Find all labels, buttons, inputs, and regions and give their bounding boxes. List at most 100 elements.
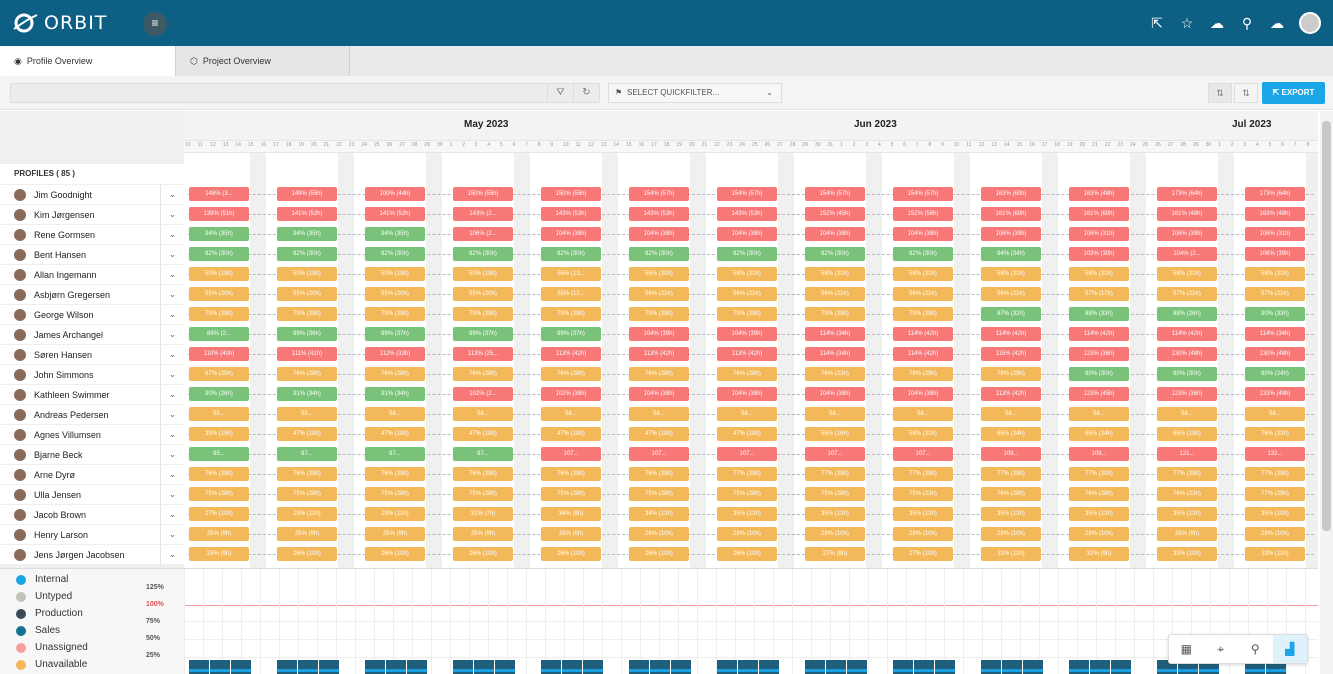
allocation-bar[interactable]: 82% (30h) bbox=[189, 247, 249, 261]
allocation-bar[interactable]: 114% (42h) bbox=[981, 327, 1041, 341]
allocation-bar[interactable]: 94% (35h) bbox=[365, 227, 425, 241]
allocation-bar[interactable]: 35% (13h) bbox=[717, 507, 777, 521]
allocation-bar[interactable]: 34% (8h) bbox=[541, 507, 601, 521]
allocation-bar[interactable]: 47% (18h) bbox=[453, 427, 513, 441]
allocation-bar[interactable]: 139% (51h) bbox=[189, 207, 249, 221]
allocation-bar[interactable]: 150% (55h) bbox=[453, 187, 513, 201]
allocation-bar[interactable]: 26% (10h) bbox=[629, 527, 689, 541]
expand-chevron-icon[interactable]: ⌄ bbox=[160, 325, 184, 345]
allocation-bar[interactable]: 79% (29h) bbox=[717, 307, 777, 321]
allocation-bar[interactable]: 75% (28h) bbox=[541, 487, 601, 501]
allocation-bar[interactable]: 143% (53h) bbox=[717, 207, 777, 221]
allocation-bar[interactable]: 76% (28h) bbox=[717, 367, 777, 381]
allocation-bar[interactable]: 55% (20h) bbox=[453, 287, 513, 301]
allocation-bar[interactable]: 107... bbox=[893, 447, 953, 461]
allocation-bar[interactable]: 55% (16h) bbox=[805, 427, 865, 441]
allocation-bar[interactable]: 109... bbox=[981, 447, 1041, 461]
allocation-bar[interactable]: 104% (38h) bbox=[893, 227, 953, 241]
allocation-bar[interactable]: 91% (34h) bbox=[365, 387, 425, 401]
allocation-bar[interactable]: 106% (31h) bbox=[1245, 227, 1305, 241]
allocation-bar[interactable]: 76% (29h) bbox=[453, 467, 513, 481]
vertical-scrollbar[interactable] bbox=[1320, 111, 1333, 674]
allocation-bar[interactable]: 55% (20h) bbox=[189, 287, 249, 301]
allocation-bar[interactable]: 79% (29h) bbox=[365, 307, 425, 321]
allocation-bar[interactable]: 114% (42h) bbox=[893, 347, 953, 361]
expand-chevron-icon[interactable]: ⌄ bbox=[160, 505, 184, 525]
allocation-bar[interactable]: 57% (21h) bbox=[1245, 287, 1305, 301]
allocation-bar[interactable]: 95... bbox=[189, 447, 249, 461]
expand-chevron-icon[interactable]: ⌄ bbox=[160, 545, 184, 565]
allocation-bar[interactable]: 33% (11h) bbox=[1245, 547, 1305, 561]
expand-chevron-icon[interactable]: ⌄ bbox=[160, 445, 184, 465]
allocation-bar[interactable]: 79% (29h) bbox=[277, 307, 337, 321]
allocation-bar[interactable]: 56... bbox=[1069, 407, 1129, 421]
allocation-bar[interactable]: 56... bbox=[1157, 407, 1217, 421]
allocation-bar[interactable]: 39% (15h) bbox=[189, 427, 249, 441]
expand-chevron-icon[interactable]: ⌄ bbox=[160, 525, 184, 545]
filter-icon[interactable]: ⛛ bbox=[547, 84, 573, 102]
allocation-bar[interactable]: 65% (24h) bbox=[1069, 427, 1129, 441]
allocation-bar[interactable]: 75% (28h) bbox=[717, 487, 777, 501]
allocation-bar[interactable]: 113% (42h) bbox=[981, 387, 1041, 401]
allocation-bar[interactable]: 75% (28h) bbox=[629, 487, 689, 501]
allocation-bar[interactable]: 75% (28h) bbox=[453, 487, 513, 501]
allocation-bar[interactable]: 107... bbox=[805, 447, 865, 461]
allocation-bar[interactable]: 47% (18h) bbox=[365, 427, 425, 441]
allocation-bar[interactable]: 102% (2... bbox=[453, 387, 513, 401]
allocation-bar[interactable]: 57% (21h) bbox=[1157, 287, 1217, 301]
allocation-bar[interactable]: 56... bbox=[893, 407, 953, 421]
profile-row[interactable]: Bjarne Beck ⌄ bbox=[0, 444, 184, 465]
allocation-bar[interactable]: 50% (19h) bbox=[365, 267, 425, 281]
profile-row[interactable]: Allan Ingemann ⌄ bbox=[0, 264, 184, 285]
allocation-bar[interactable]: 141% (52h) bbox=[277, 207, 337, 221]
allocation-bar[interactable]: 79% (29h) bbox=[541, 307, 601, 321]
profile-row[interactable]: Rene Gormsen ⌄ bbox=[0, 224, 184, 245]
allocation-bar[interactable]: 25% (9h) bbox=[189, 547, 249, 561]
allocation-bar[interactable]: 87% (32h) bbox=[981, 307, 1041, 321]
allocation-bar[interactable]: 114% (42h) bbox=[1069, 327, 1129, 341]
allocation-bar[interactable]: 77% (29h) bbox=[717, 467, 777, 481]
allocation-bar[interactable]: 114% (42h) bbox=[1157, 327, 1217, 341]
allocation-bar[interactable]: 114% (42h) bbox=[893, 327, 953, 341]
expand-chevron-icon[interactable]: ⌄ bbox=[160, 405, 184, 425]
allocation-bar[interactable]: 106% (39h) bbox=[1245, 247, 1305, 261]
allocation-bar[interactable]: 82% (30h) bbox=[805, 247, 865, 261]
allocation-bar[interactable]: 82% (30h) bbox=[717, 247, 777, 261]
profile-row[interactable]: Jacob Brown ⌄ bbox=[0, 504, 184, 525]
allocation-bar[interactable]: 77% (29h) bbox=[1157, 467, 1217, 481]
profile-row[interactable]: Agnes Villumsen ⌄ bbox=[0, 424, 184, 445]
allocation-bar[interactable]: 103% (30h) bbox=[1069, 247, 1129, 261]
allocation-bar[interactable]: 76% (23h) bbox=[1157, 487, 1217, 501]
profile-row[interactable]: Andreas Pedersen ⌄ bbox=[0, 404, 184, 425]
expand-chevron-icon[interactable]: ⌄ bbox=[160, 365, 184, 385]
profile-row[interactable]: Ulla Jensen ⌄ bbox=[0, 484, 184, 505]
allocation-bar[interactable]: 56% (21h) bbox=[805, 287, 865, 301]
allocation-bar[interactable]: 75% (28h) bbox=[365, 487, 425, 501]
app-logo[interactable]: ORBIT bbox=[12, 12, 107, 34]
allocation-bar[interactable]: 94% (34h) bbox=[981, 247, 1041, 261]
profile-row[interactable]: James Archangel ⌄ bbox=[0, 324, 184, 345]
allocation-bar[interactable]: 56% (21h) bbox=[629, 287, 689, 301]
allocation-bar[interactable]: 50% (19h) bbox=[189, 267, 249, 281]
allocation-bar[interactable]: 76% (29h) bbox=[189, 467, 249, 481]
allocation-bar[interactable]: 113% (25... bbox=[453, 347, 513, 361]
allocation-bar[interactable]: 50% (19h) bbox=[453, 267, 513, 281]
allocation-bar[interactable]: 114% (34h) bbox=[1245, 327, 1305, 341]
allocation-bar[interactable]: 75% (28h) bbox=[805, 487, 865, 501]
profile-row[interactable]: Kathleen Swimmer ⌄ bbox=[0, 384, 184, 405]
allocation-bar[interactable]: 58% (21h) bbox=[717, 267, 777, 281]
expand-chevron-icon[interactable]: ⌄ bbox=[160, 485, 184, 505]
allocation-bar[interactable]: 28% (6h) bbox=[541, 527, 601, 541]
allocation-bar[interactable]: 163% (48h) bbox=[1069, 187, 1129, 201]
profile-row[interactable]: Henry Larson ⌄ bbox=[0, 524, 184, 545]
allocation-bar[interactable]: 77% (29h) bbox=[1245, 487, 1305, 501]
allocation-bar[interactable]: 80% (24h) bbox=[1245, 367, 1305, 381]
allocation-bar[interactable]: 56... bbox=[365, 407, 425, 421]
allocation-bar[interactable]: 154% (57h) bbox=[893, 187, 953, 201]
tab-profile-overview[interactable]: ◉ Profile Overview bbox=[0, 46, 176, 76]
expand-chevron-icon[interactable]: ⌄ bbox=[160, 285, 184, 305]
allocation-bar[interactable]: 26% (10h) bbox=[453, 547, 513, 561]
allocation-bar[interactable]: 56% (21h) bbox=[981, 287, 1041, 301]
allocation-bar[interactable]: 88% (26h) bbox=[1157, 307, 1217, 321]
allocation-bar[interactable]: 79% (29h) bbox=[189, 307, 249, 321]
